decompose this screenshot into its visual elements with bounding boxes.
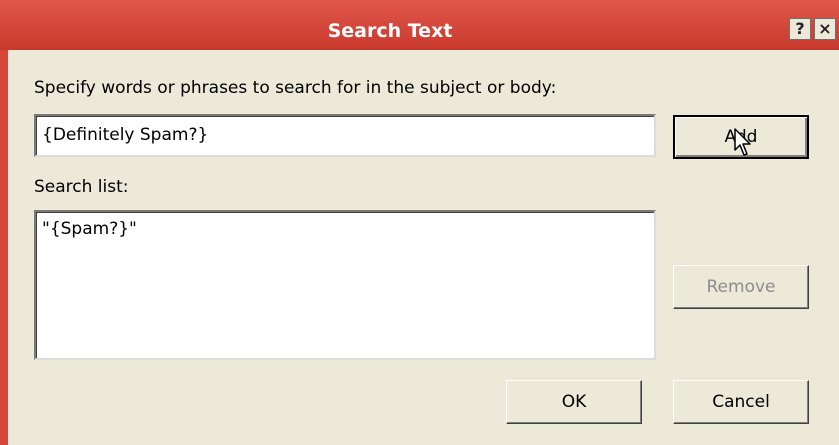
search-phrase-input[interactable]: {Definitely Spam?} xyxy=(34,114,656,157)
help-button[interactable]: ? xyxy=(789,18,811,40)
window-title: Search Text xyxy=(327,20,453,42)
dialog-body: Specify words or phrases to search for i… xyxy=(8,50,839,445)
list-item[interactable]: "{Spam?}" xyxy=(42,218,648,240)
close-button[interactable]: × xyxy=(814,18,836,40)
mouse-pointer-icon xyxy=(734,128,751,156)
cancel-button[interactable]: Cancel xyxy=(673,380,809,424)
title-bar[interactable]: Search Text ? × xyxy=(0,0,839,50)
instructions-label: Specify words or phrases to search for i… xyxy=(34,78,557,98)
search-list-label: Search list: xyxy=(34,177,129,197)
search-list[interactable]: "{Spam?}" xyxy=(34,210,656,360)
search-text-dialog: Search Text ? × Specify words or phrases… xyxy=(0,0,839,445)
ok-button[interactable]: OK xyxy=(506,380,642,424)
remove-button[interactable]: Remove xyxy=(673,265,809,309)
